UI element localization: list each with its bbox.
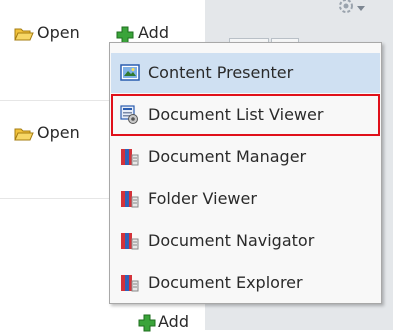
menu-item-label: Document Explorer: [148, 273, 303, 292]
menu-item-folder-viewer[interactable]: Folder Viewer: [111, 179, 380, 219]
folder-open-icon: [14, 128, 34, 141]
menu-item-label: Document Manager: [148, 147, 307, 166]
open-link-1[interactable]: Open: [37, 23, 80, 43]
menu-item-label: Content Presenter: [148, 63, 294, 82]
menu-item-content-presenter[interactable]: Content Presenter: [111, 53, 380, 93]
menu-item-label: Document List Viewer: [148, 105, 324, 124]
add-dropdown-menu: Content Presenter Document List Viewer D…: [109, 42, 382, 304]
content-presenter-icon: [120, 64, 140, 81]
menu-item-document-explorer[interactable]: Document Explorer: [111, 263, 380, 303]
folder-open-icon: [14, 28, 34, 41]
add-link-2[interactable]: Add: [158, 312, 189, 332]
document-manager-icon: [121, 149, 139, 166]
document-explorer-icon: [121, 275, 139, 292]
add-icon: [138, 314, 156, 332]
menu-item-document-list-viewer[interactable]: Document List Viewer: [111, 94, 380, 136]
menu-item-document-manager[interactable]: Document Manager: [111, 137, 380, 177]
document-navigator-icon: [121, 233, 139, 250]
folder-viewer-icon: [121, 191, 139, 208]
document-list-viewer-icon: [120, 105, 138, 124]
add-link-1[interactable]: Add: [138, 23, 169, 43]
menu-item-label: Folder Viewer: [148, 189, 257, 208]
open-link-2[interactable]: Open: [37, 123, 80, 143]
menu-item-label: Document Navigator: [148, 231, 315, 250]
gear-menu-icon[interactable]: [335, 0, 371, 18]
menu-item-document-navigator[interactable]: Document Navigator: [111, 221, 380, 261]
row-divider: [0, 198, 110, 199]
